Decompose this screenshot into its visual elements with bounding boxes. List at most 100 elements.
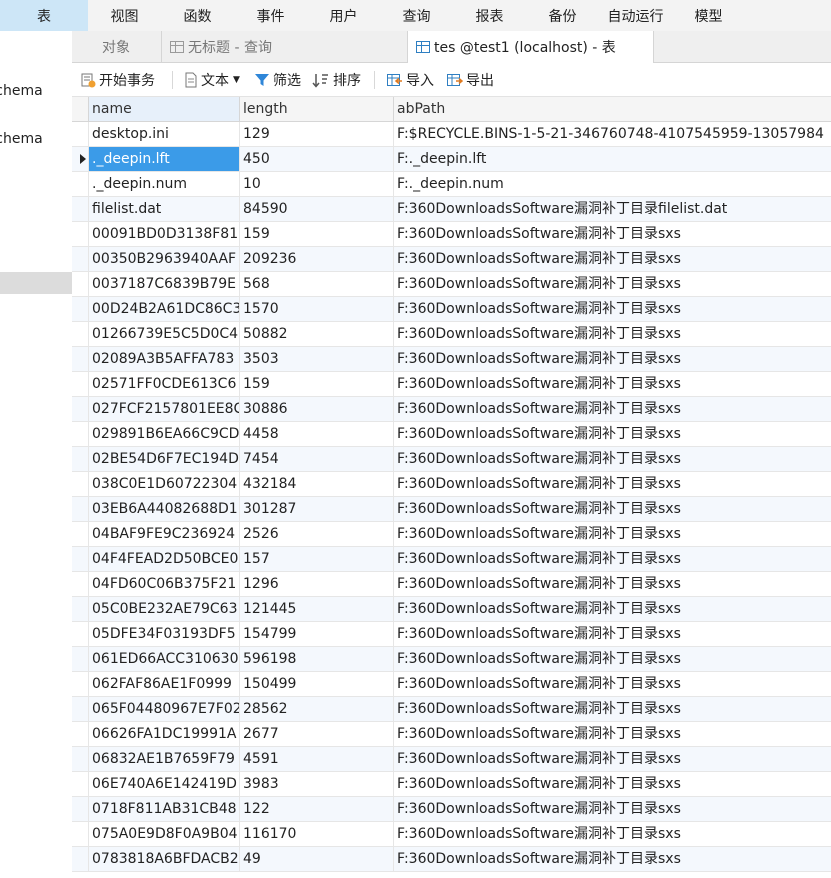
- row-gutter[interactable]: [72, 122, 89, 146]
- row-gutter[interactable]: [72, 747, 89, 771]
- menu-item-function[interactable]: 函数: [161, 0, 234, 31]
- cell-name[interactable]: 065F04480967E7F02: [89, 697, 240, 721]
- table-row[interactable]: 02BE54D6F7EC194D 7454 F:360DownloadsSoftwa…: [72, 447, 831, 472]
- row-gutter[interactable]: [72, 447, 89, 471]
- column-header-abpath[interactable]: abPath: [394, 97, 831, 122]
- cell-length[interactable]: 28562: [240, 697, 394, 721]
- cell-name[interactable]: 04F4FEAD2D50BCE0: [89, 547, 240, 571]
- table-row[interactable]: 04F4FEAD2D50BCE0 157 F:360DownloadsSoftwar…: [72, 547, 831, 572]
- row-gutter[interactable]: [72, 547, 89, 571]
- row-gutter[interactable]: [72, 572, 89, 596]
- menu-item-event[interactable]: 事件: [234, 0, 307, 31]
- export-button[interactable]: 导出: [446, 63, 494, 96]
- table-row[interactable]: 05C0BE232AE79C63 121445 F:360DownloadsSoft…: [72, 597, 831, 622]
- row-gutter[interactable]: [72, 222, 89, 246]
- table-row[interactable]: 061ED66ACC310630 596198 F:360DownloadsSoft…: [72, 647, 831, 672]
- cell-name[interactable]: 062FAF86AE1F0999: [89, 672, 240, 696]
- cell-length[interactable]: 209236: [240, 247, 394, 271]
- cell-abpath[interactable]: F:360DownloadsSoftware漏洞补丁目录sxs: [394, 822, 831, 846]
- cell-length[interactable]: 150499: [240, 672, 394, 696]
- table-row[interactable]: 04FD60C06B375F21 1296 F:360DownloadsSoftwa…: [72, 572, 831, 597]
- table-row[interactable]: 0037187C6839B79E 568 F:360DownloadsSoftwar…: [72, 272, 831, 297]
- cell-length[interactable]: 49: [240, 847, 394, 871]
- cell-abpath[interactable]: F:360DownloadsSoftware漏洞补丁目录sxs: [394, 747, 831, 771]
- table-row[interactable]: ._deepin.num 10 F:._deepin.num: [72, 172, 831, 197]
- cell-name[interactable]: desktop.ini: [89, 122, 240, 146]
- row-gutter[interactable]: [72, 822, 89, 846]
- cell-length[interactable]: 50882: [240, 322, 394, 346]
- cell-length[interactable]: 159: [240, 222, 394, 246]
- table-row[interactable]: 00350B2963940AAF 209236 F:360DownloadsSoft…: [72, 247, 831, 272]
- tab-objects[interactable]: 对象: [72, 31, 162, 62]
- cell-name[interactable]: filelist.dat: [89, 197, 240, 221]
- row-gutter[interactable]: [72, 297, 89, 321]
- row-gutter[interactable]: [72, 147, 89, 171]
- cell-name[interactable]: 04FD60C06B375F21: [89, 572, 240, 596]
- table-row[interactable]: 06E740A6E142419D 3983 F:360DownloadsSoftwa…: [72, 772, 831, 797]
- cell-length[interactable]: 116170: [240, 822, 394, 846]
- menu-item-automation[interactable]: 自动运行: [599, 0, 672, 31]
- column-header-length[interactable]: length: [240, 97, 394, 122]
- row-gutter[interactable]: [72, 397, 89, 421]
- cell-abpath[interactable]: F:360DownloadsSoftware漏洞补丁目录sxs: [394, 422, 831, 446]
- cell-length[interactable]: 129: [240, 122, 394, 146]
- cell-abpath[interactable]: F:360DownloadsSoftware漏洞补丁目录sxs: [394, 372, 831, 396]
- row-gutter[interactable]: [72, 322, 89, 346]
- cell-abpath[interactable]: F:360DownloadsSoftware漏洞补丁目录sxs: [394, 722, 831, 746]
- cell-length[interactable]: 121445: [240, 597, 394, 621]
- row-gutter[interactable]: [72, 472, 89, 496]
- cell-name[interactable]: ._deepin.num: [89, 172, 240, 196]
- cell-abpath[interactable]: F:360DownloadsSoftware漏洞补丁目录sxs: [394, 472, 831, 496]
- row-gutter[interactable]: [72, 422, 89, 446]
- table-row[interactable]: filelist.dat 84590 F:360DownloadsSoftware漏…: [72, 197, 831, 222]
- begin-transaction-button[interactable]: 开始事务: [80, 63, 155, 96]
- cell-abpath[interactable]: F:360DownloadsSoftware漏洞补丁目录sxs: [394, 797, 831, 821]
- cell-abpath[interactable]: F:360DownloadsSoftware漏洞补丁目录filelist.dat: [394, 197, 831, 221]
- cell-abpath[interactable]: F:360DownloadsSoftware漏洞补丁目录sxs: [394, 247, 831, 271]
- cell-abpath[interactable]: F:360DownloadsSoftware漏洞补丁目录sxs: [394, 347, 831, 371]
- cell-length[interactable]: 4458: [240, 422, 394, 446]
- cell-length[interactable]: 10: [240, 172, 394, 196]
- selected-tree-item[interactable]: [0, 272, 72, 294]
- cell-abpath[interactable]: F:._deepin.lft: [394, 147, 831, 171]
- row-gutter[interactable]: [72, 622, 89, 646]
- tab-untitled-query[interactable]: 无标题 - 查询: [162, 31, 408, 62]
- cell-length[interactable]: 122: [240, 797, 394, 821]
- cell-name[interactable]: 0718F811AB31CB48: [89, 797, 240, 821]
- row-gutter[interactable]: [72, 522, 89, 546]
- table-row[interactable]: 04BAF9FE9C236924 2526 F:360DownloadsSoftwa…: [72, 522, 831, 547]
- menu-item-table[interactable]: 表: [0, 0, 88, 31]
- cell-length[interactable]: 159: [240, 372, 394, 396]
- table-row[interactable]: ._deepin.lft 450 F:._deepin.lft: [72, 147, 831, 172]
- menu-item-backup[interactable]: 备份: [526, 0, 599, 31]
- cell-length[interactable]: 154799: [240, 622, 394, 646]
- cell-name[interactable]: 02571FF0CDE613C6: [89, 372, 240, 396]
- cell-abpath[interactable]: F:360DownloadsSoftware漏洞补丁目录sxs: [394, 222, 831, 246]
- cell-name[interactable]: 061ED66ACC310630: [89, 647, 240, 671]
- cell-name[interactable]: 04BAF9FE9C236924: [89, 522, 240, 546]
- table-row[interactable]: 075A0E9D8F0A9B04 116170 F:360DownloadsSoft…: [72, 822, 831, 847]
- cell-abpath[interactable]: F:360DownloadsSoftware漏洞补丁目录sxs: [394, 597, 831, 621]
- table-row[interactable]: 05DFE34F03193DF5 154799 F:360DownloadsSoft…: [72, 622, 831, 647]
- cell-abpath[interactable]: F:360DownloadsSoftware漏洞补丁目录sxs: [394, 397, 831, 421]
- table-row[interactable]: 0783818A6BFDACB2 49 F:360DownloadsSoftware…: [72, 847, 831, 872]
- column-header-name[interactable]: name: [89, 97, 240, 122]
- row-gutter[interactable]: [72, 197, 89, 221]
- cell-name[interactable]: 06626FA1DC19991A: [89, 722, 240, 746]
- cell-name[interactable]: 0037187C6839B79E: [89, 272, 240, 296]
- cell-abpath[interactable]: F:360DownloadsSoftware漏洞补丁目录sxs: [394, 297, 831, 321]
- cell-name[interactable]: 00350B2963940AAF: [89, 247, 240, 271]
- cell-name[interactable]: 02BE54D6F7EC194D: [89, 447, 240, 471]
- menu-item-view[interactable]: 视图: [88, 0, 161, 31]
- cell-abpath[interactable]: F:360DownloadsSoftware漏洞补丁目录sxs: [394, 847, 831, 871]
- table-row[interactable]: 00091BD0D3138F81 159 F:360DownloadsSoftwar…: [72, 222, 831, 247]
- schema-item[interactable]: schema: [0, 129, 72, 149]
- cell-length[interactable]: 3503: [240, 347, 394, 371]
- cell-abpath[interactable]: F:360DownloadsSoftware漏洞补丁目录sxs: [394, 672, 831, 696]
- row-gutter[interactable]: [72, 497, 89, 521]
- table-row[interactable]: 038C0E1D60722304 432184 F:360DownloadsSoft…: [72, 472, 831, 497]
- cell-abpath[interactable]: F:360DownloadsSoftware漏洞补丁目录sxs: [394, 622, 831, 646]
- cell-abpath[interactable]: F:360DownloadsSoftware漏洞补丁目录sxs: [394, 572, 831, 596]
- row-gutter[interactable]: [72, 347, 89, 371]
- cell-abpath[interactable]: F:360DownloadsSoftware漏洞补丁目录sxs: [394, 522, 831, 546]
